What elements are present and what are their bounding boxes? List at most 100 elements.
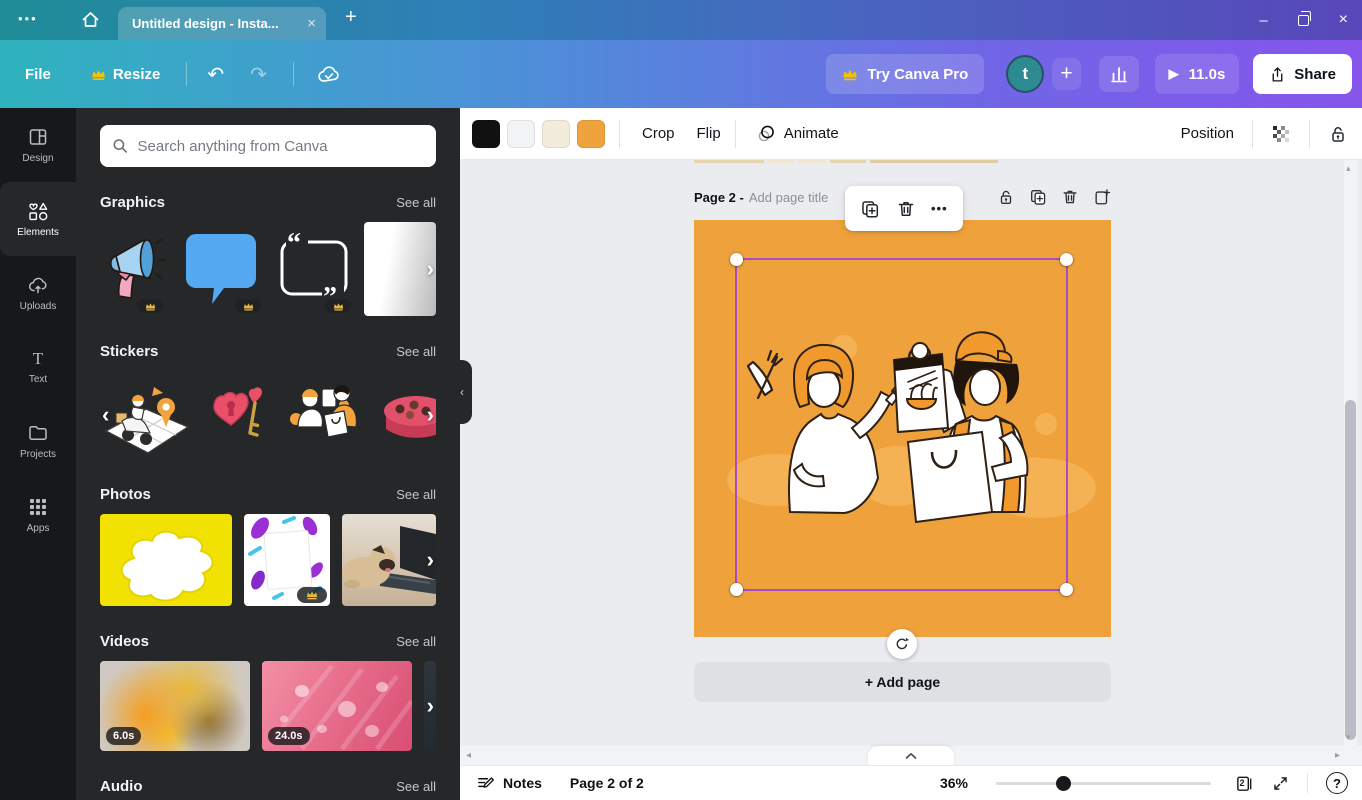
color-swatch-orange[interactable] (577, 119, 605, 148)
home-icon[interactable] (80, 9, 101, 30)
add-page-button[interactable]: + Add page (694, 662, 1111, 702)
rotate-handle[interactable] (887, 629, 917, 659)
rail-item-elements[interactable]: Elements (0, 182, 76, 256)
lock-page-icon[interactable] (997, 188, 1015, 206)
carousel-next-icon[interactable]: › (427, 258, 434, 280)
window-close-icon[interactable]: × (1339, 11, 1348, 29)
file-menu[interactable]: File (25, 66, 51, 83)
resize-handle-top-right[interactable] (1060, 253, 1073, 266)
audio-see-all-link[interactable]: See all (396, 779, 436, 794)
pro-badge (137, 299, 163, 313)
section-title: Videos (100, 633, 149, 650)
rail-item-projects[interactable]: Projects (0, 404, 76, 478)
photos-see-all-link[interactable]: See all (396, 487, 436, 502)
flip-button[interactable]: Flip (697, 125, 721, 142)
color-swatch-lightgray[interactable] (507, 119, 535, 148)
resize-handle-bottom-right[interactable] (1060, 583, 1073, 596)
fullscreen-icon[interactable] (1272, 775, 1289, 792)
rail-item-uploads[interactable]: Uploads (0, 256, 76, 330)
duplicate-element-icon[interactable] (860, 199, 880, 219)
position-button[interactable]: Position (1181, 125, 1234, 142)
graphics-see-all-link[interactable]: See all (396, 195, 436, 210)
videos-see-all-link[interactable]: See all (396, 634, 436, 649)
resize-handle-bottom-left[interactable] (730, 583, 743, 596)
create-design-button[interactable]: + (1052, 58, 1081, 90)
canvas-area[interactable]: Page 2 - Add page title ••• + Add page ▴… (460, 160, 1362, 800)
scroll-down-icon[interactable]: ▾ (1346, 732, 1351, 743)
photo-thumb-torn-paper[interactable] (100, 514, 232, 606)
sticker-thumb-delivery-map[interactable] (100, 371, 192, 459)
close-tab-icon[interactable]: × (307, 15, 316, 32)
carousel-next-icon[interactable]: › (427, 549, 434, 571)
divider (619, 119, 620, 148)
transparency-icon[interactable] (1271, 124, 1291, 144)
new-tab-button[interactable]: + (345, 6, 357, 29)
zoom-slider-knob[interactable] (1056, 775, 1071, 791)
notes-pencil-icon (478, 776, 494, 788)
present-timer-button[interactable]: ▶ 11.0s (1154, 54, 1240, 94)
redo-icon[interactable]: ↷ (250, 62, 267, 87)
insights-chart-icon[interactable] (1098, 56, 1139, 92)
delete-element-icon[interactable] (896, 199, 916, 219)
delete-page-icon[interactable] (1061, 188, 1079, 206)
rail-item-design[interactable]: Design (0, 108, 76, 182)
apps-grid-icon (30, 499, 46, 515)
photo-thumb-abstract-frame[interactable] (244, 514, 330, 606)
system-menu-icon[interactable]: ••• (18, 11, 38, 26)
resize-handle-top-left[interactable] (730, 253, 743, 266)
resize-button[interactable]: Resize (91, 66, 160, 83)
carousel-prev-icon[interactable]: ‹ (102, 404, 109, 426)
color-swatch-cream[interactable] (542, 119, 570, 148)
window-minimize-icon[interactable]: – (1259, 12, 1267, 29)
animate-button[interactable]: Animate (756, 124, 839, 144)
share-button[interactable]: Share (1253, 54, 1352, 94)
undo-icon[interactable]: ↶ (207, 62, 224, 87)
carousel-next-icon[interactable]: › (427, 695, 434, 717)
stickers-see-all-link[interactable]: See all (396, 344, 436, 359)
search-icon (113, 139, 128, 153)
search-input[interactable] (137, 137, 424, 155)
video-thumb-ink[interactable]: 6.0s (100, 661, 250, 751)
graphic-thumb-quote-frame[interactable]: “ ” (274, 222, 354, 316)
search-bar[interactable] (100, 125, 436, 167)
zoom-level[interactable]: 36% (940, 775, 968, 791)
avatar[interactable]: t (1006, 55, 1045, 93)
zoom-slider[interactable] (996, 775, 1211, 791)
vertical-scrollbar-thumb[interactable] (1345, 400, 1356, 740)
crop-button[interactable]: Crop (642, 125, 675, 142)
video-thumb-petal-drops[interactable]: 24.0s (262, 661, 412, 751)
rail-item-apps[interactable]: Apps (0, 478, 76, 552)
stickers-section-header: Stickers See all (100, 343, 436, 360)
more-options-icon[interactable]: ••• (931, 201, 948, 216)
photo-thumb-pug-laptop[interactable] (342, 514, 436, 606)
photos-row: › (100, 514, 436, 606)
graphic-thumb-speech-bubble[interactable] (178, 222, 264, 316)
window-restore-icon[interactable] (1297, 10, 1311, 26)
page1-bottom-edge[interactable] (694, 160, 1111, 163)
help-button[interactable]: ? (1326, 772, 1348, 794)
carousel-next-icon[interactable]: › (427, 404, 434, 426)
section-title: Photos (100, 486, 151, 503)
add-page-icon[interactable] (1093, 188, 1111, 206)
grid-view-button[interactable]: 2 (1235, 774, 1254, 793)
page-title-input[interactable]: Add page title (749, 190, 829, 205)
duplicate-page-icon[interactable] (1029, 188, 1047, 206)
notes-button[interactable]: Notes (476, 774, 542, 793)
rail-item-text[interactable]: T Text (0, 330, 76, 404)
section-title: Stickers (100, 343, 159, 360)
scroll-right-icon[interactable]: ▸ (1335, 750, 1340, 761)
try-canva-pro-button[interactable]: Try Canva Pro (826, 54, 985, 94)
scroll-left-icon[interactable]: ◂ (466, 750, 471, 761)
color-swatch-black[interactable] (472, 119, 500, 148)
sticker-thumb-heart-lock-key[interactable] (206, 371, 268, 459)
panel-collapse-handle[interactable]: ‹ (452, 360, 472, 424)
vertical-scrollbar[interactable]: ▴ ▾ (1344, 160, 1357, 746)
document-tab[interactable]: Untitled design - Insta... × (118, 7, 326, 40)
pages-drawer-toggle[interactable] (868, 746, 954, 766)
graphic-thumb-megaphone[interactable] (100, 222, 166, 316)
sticker-thumb-people-shopping[interactable] (282, 371, 368, 459)
lock-icon[interactable] (1328, 124, 1348, 144)
graphic-thumb-gradient-rect[interactable] (364, 222, 436, 316)
scroll-up-icon[interactable]: ▴ (1346, 163, 1351, 174)
selection-box[interactable] (730, 253, 1073, 596)
